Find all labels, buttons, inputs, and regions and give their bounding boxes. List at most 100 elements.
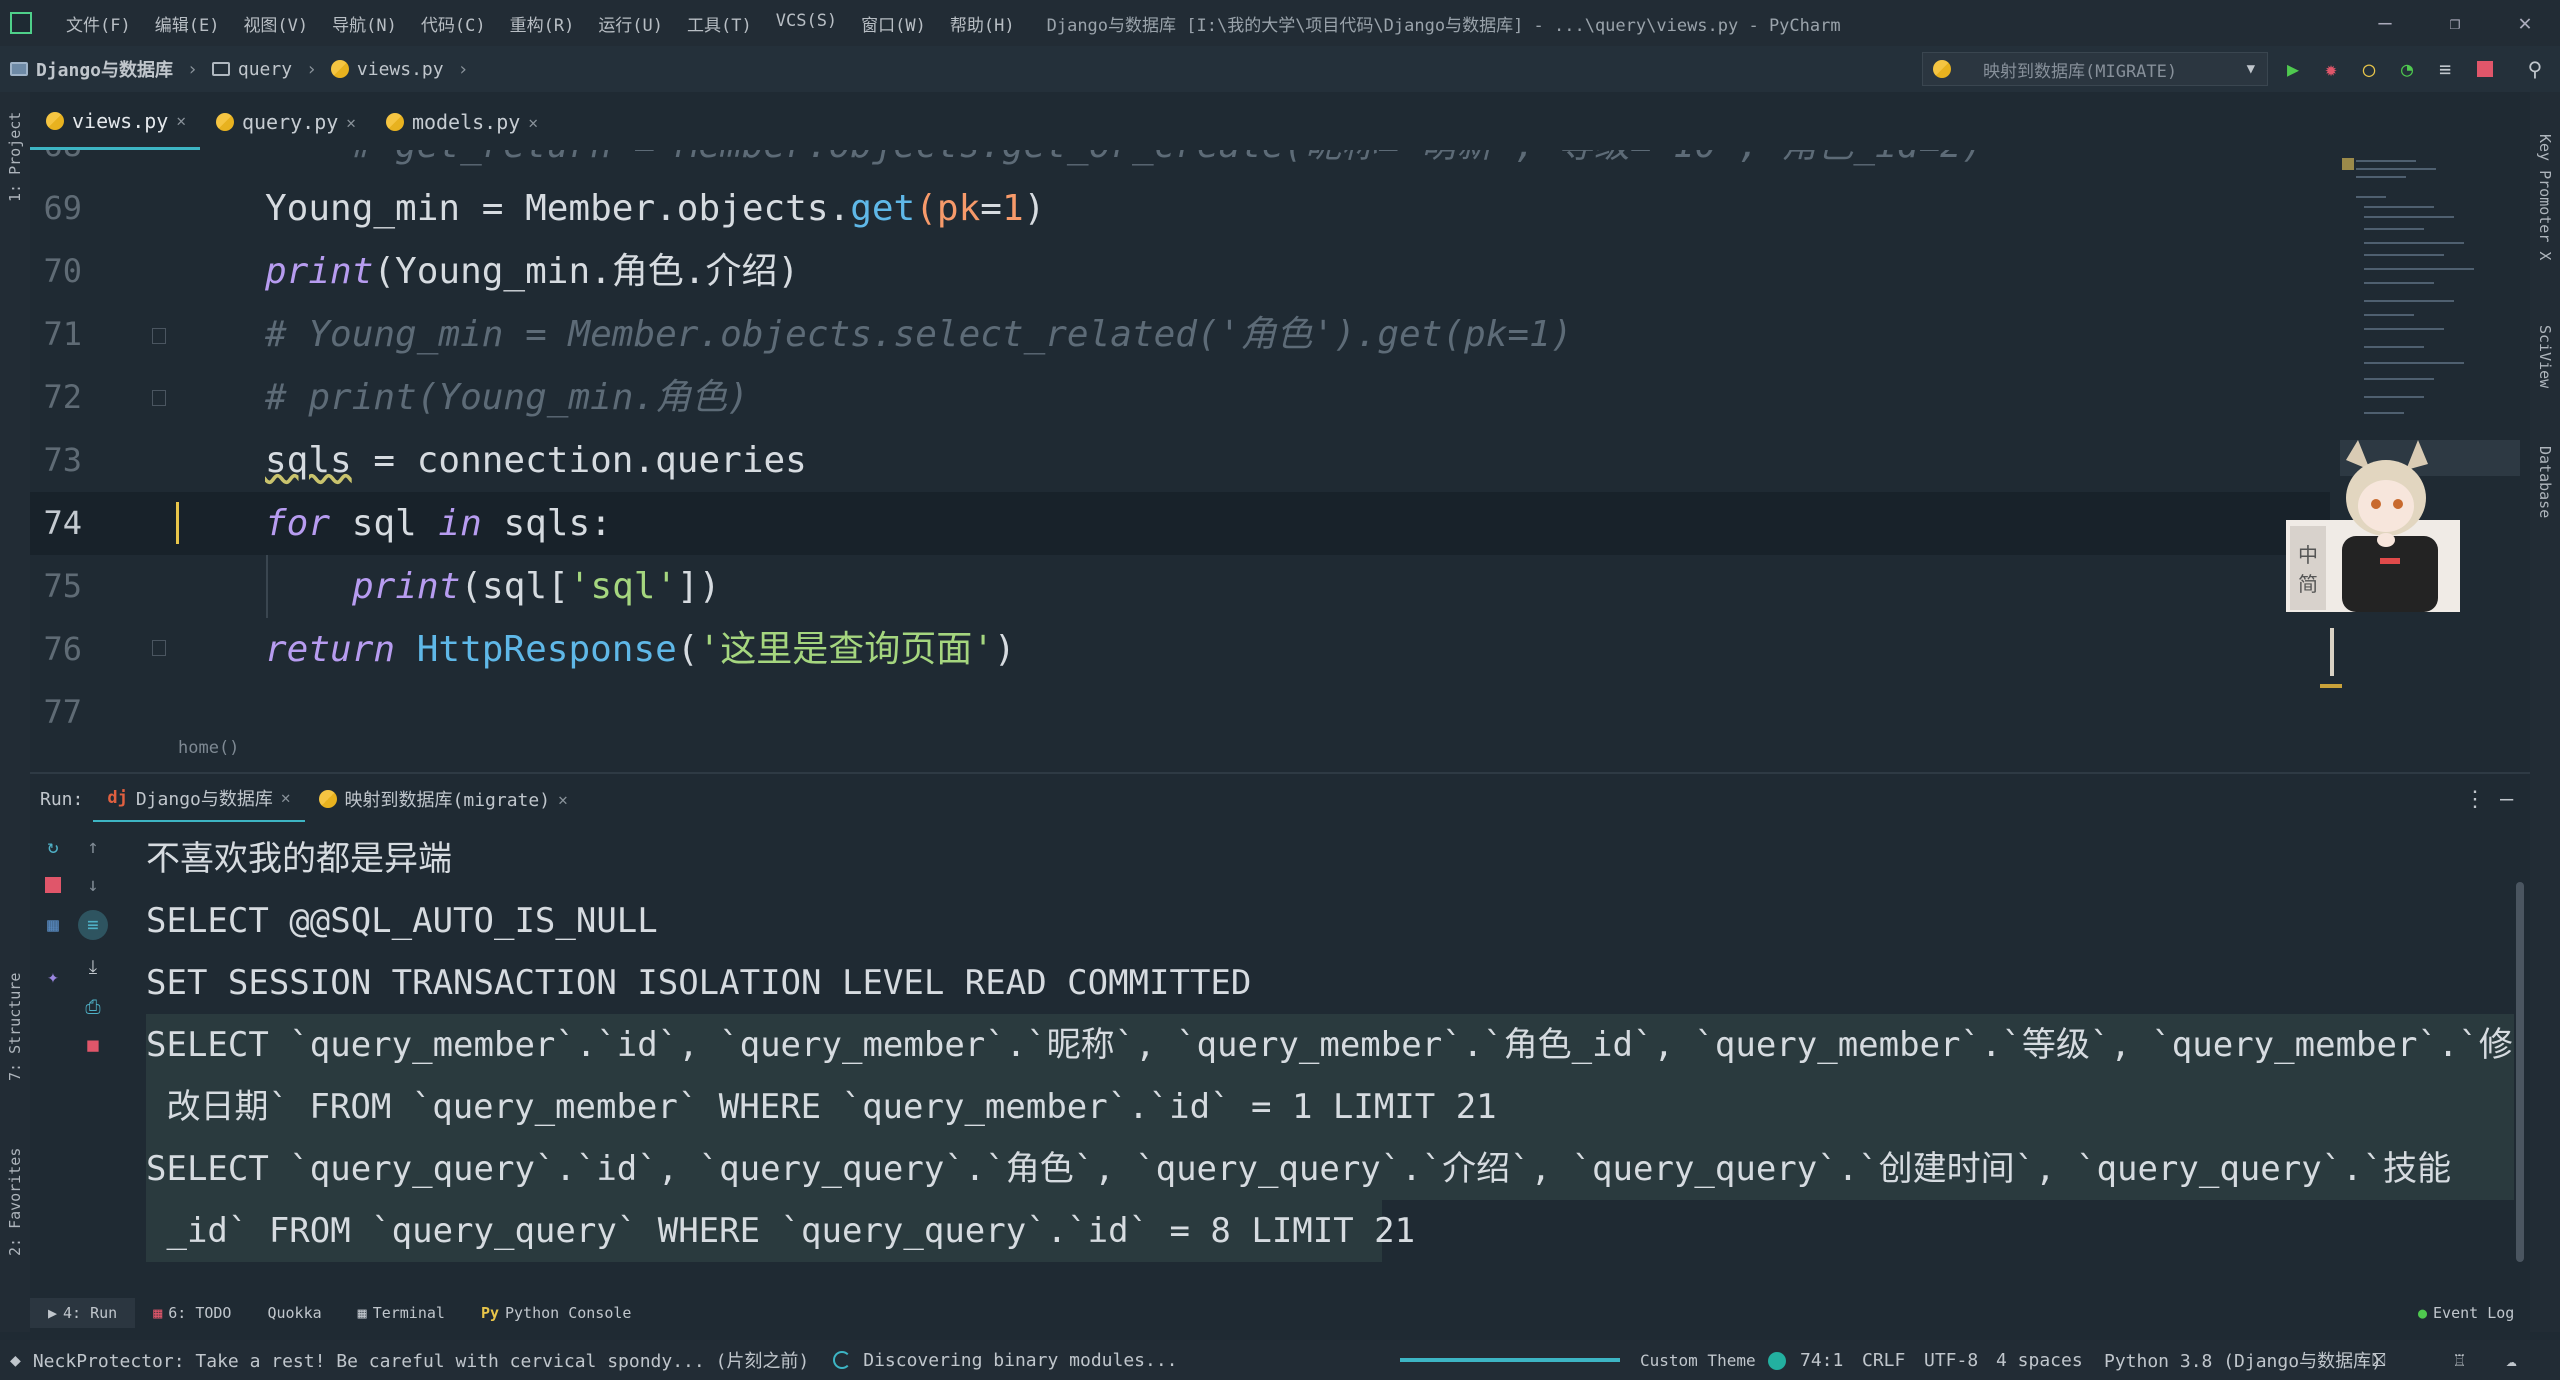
python-interpreter[interactable]: Python 3.8 (Django与数据库) xyxy=(2104,1347,2382,1373)
folder-icon xyxy=(10,62,28,76)
tab-query-py[interactable]: query.py ✕ xyxy=(200,94,370,150)
close-tab-icon[interactable]: ✕ xyxy=(558,790,568,809)
tool-tab-python-console[interactable]: Py Python Console xyxy=(463,1304,650,1322)
menu-tools[interactable]: 工具(T) xyxy=(675,11,764,36)
tab-label: models.py xyxy=(411,110,521,134)
sciview-tool-tab[interactable]: SciView xyxy=(2530,302,2560,412)
build-icon[interactable]: ≡ xyxy=(2434,57,2456,81)
status-bar: ◆ NeckProtector: Take a rest! Be careful… xyxy=(0,1340,2560,1380)
database-tool-tab[interactable]: Database xyxy=(2530,422,2560,542)
menu-view[interactable]: 视图(V) xyxy=(231,11,320,36)
hide-panel-icon[interactable]: — xyxy=(2500,787,2513,812)
rerun-icon[interactable]: ↻ xyxy=(42,836,64,858)
arrow-up-icon[interactable]: ↑ xyxy=(82,836,104,858)
menu-refactor[interactable]: 重构(R) xyxy=(498,11,587,36)
more-options-icon[interactable]: ⋮ xyxy=(2464,787,2486,812)
structure-tool-tab[interactable]: 7: Structure xyxy=(0,962,30,1092)
stop-icon[interactable] xyxy=(2474,58,2496,80)
lock-icon[interactable]: ⛝ xyxy=(2372,1350,2386,1371)
menu-run[interactable]: 运行(U) xyxy=(586,11,675,36)
run-console[interactable]: ↻ ↑ ↓ ▦ ≡ ⤓ ✦ ⎙ ■ 不喜欢我的都是异端 SELECT @@SQL… xyxy=(30,822,2530,1272)
inspector-icon[interactable]: ♖ xyxy=(2454,1350,2465,1371)
run-with-coverage-icon[interactable]: ◯ xyxy=(2358,57,2380,81)
close-icon[interactable]: ✕ xyxy=(2490,0,2560,46)
notifications-icon[interactable]: ☁ xyxy=(2506,1350,2517,1371)
code-comment: # print(Young_min.角色) xyxy=(265,377,749,418)
layout-icon[interactable]: ▦ xyxy=(42,914,64,936)
tool-tab-event-log[interactable]: ● Event Log xyxy=(2400,1304,2532,1322)
mascot-widget[interactable]: 中 简 xyxy=(2286,440,2460,616)
ime-indicator[interactable]: 中 简 xyxy=(2290,526,2326,610)
menu-file[interactable]: 文件(F) xyxy=(54,11,143,36)
ime-line-1: 中 xyxy=(2298,543,2318,567)
tool-tab-terminal[interactable]: ▦ Terminal xyxy=(340,1304,463,1322)
run-tab-django[interactable]: dj Django与数据库 ✕ xyxy=(93,775,305,823)
tab-label: query.py xyxy=(241,110,339,134)
line-separator[interactable]: CRLF xyxy=(1862,1350,1905,1371)
breadcrumb: Django与数据库 › query › views.py › xyxy=(10,56,474,82)
todo-icon: ▦ xyxy=(153,1304,163,1322)
arrow-down-icon[interactable]: ↓ xyxy=(82,874,104,896)
close-tab-icon[interactable]: ✕ xyxy=(528,113,538,132)
scroll-to-end-icon[interactable]: ⤓ xyxy=(82,956,104,978)
run-panel-header: Run: dj Django与数据库 ✕ 映射到数据库(migrate) ✕ ⋮… xyxy=(30,772,2530,824)
menu-window[interactable]: 窗口(W) xyxy=(849,11,938,36)
stop-icon[interactable] xyxy=(42,874,64,896)
menu-navigate[interactable]: 导航(N) xyxy=(320,11,409,36)
fold-marker-icon[interactable] xyxy=(152,640,166,656)
tool-tab-todo[interactable]: ▦ 6: TODO xyxy=(135,1304,249,1322)
code-line: 76 return HttpResponse('这里是查询页面') xyxy=(30,618,2330,681)
code-text: for sql in sqls: xyxy=(265,503,612,544)
search-icon[interactable]: ⚲ xyxy=(2524,57,2546,81)
code-editor[interactable]: 68 # get_return = Member.objects.get_or_… xyxy=(30,150,2530,730)
fold-marker-icon[interactable] xyxy=(152,328,166,344)
close-tab-icon[interactable]: ✕ xyxy=(176,111,186,130)
file-encoding[interactable]: UTF-8 xyxy=(1924,1350,1978,1371)
code-minimap[interactable] xyxy=(2340,150,2520,480)
tab-views-py[interactable]: views.py ✕ xyxy=(30,94,200,150)
code-comment: # get_return = Member.objects.get_or_cre… xyxy=(265,150,1984,177)
clear-all-icon[interactable]: ■ xyxy=(82,1034,104,1056)
run-tab-migrate[interactable]: 映射到数据库(migrate) ✕ xyxy=(305,775,582,823)
breadcrumb-project[interactable]: Django与数据库 xyxy=(36,56,173,82)
minimize-icon[interactable]: — xyxy=(2350,0,2420,46)
tool-tab-quokka[interactable]: Quokka xyxy=(249,1304,339,1322)
key-promoter-tool-tab[interactable]: Key Promoter X xyxy=(2530,112,2560,282)
favorites-tool-tab[interactable]: 2: Favorites xyxy=(0,1132,30,1272)
pin-icon[interactable]: ✦ xyxy=(42,966,64,988)
background-task[interactable]: Discovering binary modules... xyxy=(863,1350,1177,1371)
print-icon[interactable]: ⎙ xyxy=(82,996,104,1018)
run-icon[interactable]: ▶ xyxy=(2282,57,2304,81)
debug-icon[interactable]: ✹ xyxy=(2320,57,2342,81)
status-message[interactable]: NeckProtector: Take a rest! Be careful w… xyxy=(33,1347,809,1373)
breadcrumb-file[interactable]: views.py xyxy=(357,59,444,80)
line-number: 73 xyxy=(43,441,82,479)
soft-wrap-icon[interactable]: ≡ xyxy=(78,910,108,940)
menu-edit[interactable]: 编辑(E) xyxy=(143,11,232,36)
tab-models-py[interactable]: models.py ✕ xyxy=(370,94,552,150)
close-tab-icon[interactable]: ✕ xyxy=(281,788,291,807)
project-tool-tab[interactable]: 1: Project xyxy=(0,102,30,212)
menu-vcs[interactable]: VCS(S) xyxy=(764,11,849,36)
menu-help[interactable]: 帮助(H) xyxy=(938,11,1027,36)
code-comment: # Young_min = Member.objects.select_rela… xyxy=(265,314,1573,355)
code-line: 72 # print(Young_min.角色) xyxy=(30,366,2330,429)
caret-position[interactable]: 74:1 xyxy=(1800,1350,1843,1371)
python-icon xyxy=(1933,60,1951,78)
run-icon: ▶ xyxy=(48,1304,58,1322)
code-breadcrumb[interactable]: home() xyxy=(178,738,239,758)
fold-marker-icon[interactable] xyxy=(152,390,166,406)
console-line: SELECT `query_query`.`id`, `query_query`… xyxy=(146,1149,2452,1189)
pycharm-logo-icon xyxy=(10,12,32,34)
console-scrollbar[interactable] xyxy=(2516,882,2524,1262)
profile-icon[interactable]: ◔ xyxy=(2396,57,2418,81)
indentation[interactable]: 4 spaces xyxy=(1996,1350,2083,1371)
close-tab-icon[interactable]: ✕ xyxy=(346,113,356,132)
restore-icon[interactable]: ❐ xyxy=(2420,0,2490,46)
theme-label[interactable]: Custom Theme xyxy=(1640,1351,1756,1370)
tool-tab-run[interactable]: ▶ 4: Run xyxy=(30,1298,136,1328)
breadcrumb-folder[interactable]: query xyxy=(238,59,292,80)
menu-code[interactable]: 代码(C) xyxy=(409,11,498,36)
run-configuration-select[interactable]: 映射到数据库(MIGRATE) ▼ xyxy=(1922,52,2268,86)
scroll-handle[interactable] xyxy=(2330,628,2334,676)
